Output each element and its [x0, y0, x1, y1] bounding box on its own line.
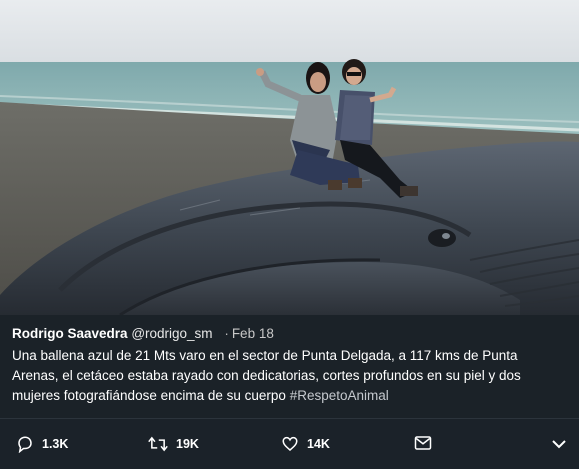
- tweet-photo[interactable]: [0, 0, 579, 315]
- retweet-count: 19K: [176, 437, 199, 451]
- envelope-icon: [414, 436, 432, 450]
- like-count: 14K: [307, 437, 330, 451]
- more-options-button[interactable]: [551, 437, 567, 455]
- hashtag-link[interactable]: #RespetoAnimal: [290, 388, 389, 403]
- heart-icon: [282, 436, 298, 451]
- reply-count: 1.3K: [42, 437, 69, 451]
- direct-message-button[interactable]: [414, 435, 432, 451]
- separator-dot: ·: [224, 326, 229, 341]
- retweet-icon: [148, 436, 168, 452]
- tweet-caption: Rodrigo Saavedra @rodrigo_sm · Feb 18 Una…: [0, 315, 579, 418]
- beached-whale-photo: [0, 0, 579, 315]
- tweet-body: Una ballena azul de 21 Mts varo en el se…: [12, 348, 521, 403]
- author-name[interactable]: Rodrigo Saavedra: [12, 326, 128, 341]
- tweet-date[interactable]: Feb 18: [232, 326, 274, 341]
- tweet-card: Rodrigo Saavedra @rodrigo_sm · Feb 18 Una…: [0, 0, 579, 469]
- tweet-header: Rodrigo Saavedra @rodrigo_sm · Feb 18: [12, 325, 567, 343]
- chevron-down-icon: [552, 440, 566, 449]
- like-button[interactable]: 14K: [281, 435, 330, 453]
- author-handle[interactable]: @rodrigo_sm: [131, 326, 212, 341]
- reply-icon: [18, 436, 32, 453]
- reply-button[interactable]: 1.3K: [16, 435, 68, 453]
- retweet-button[interactable]: 19K: [148, 435, 199, 453]
- tweet-action-bar: 1.3K 19K 14K: [0, 418, 579, 469]
- tweet-text: Una ballena azul de 21 Mts varo en el se…: [12, 346, 567, 406]
